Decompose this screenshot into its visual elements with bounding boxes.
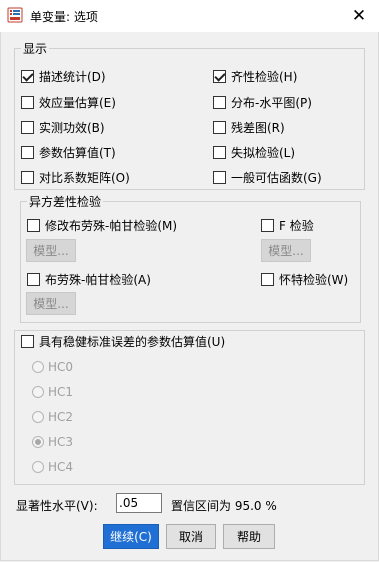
radio-hc0[interactable]: HC0 — [32, 360, 73, 374]
checkbox-unchecked[interactable] — [27, 219, 40, 232]
checkbox-unchecked[interactable] — [21, 146, 34, 159]
radio-hc2[interactable]: HC2 — [32, 410, 73, 424]
significance-label: 显著性水平(V): — [16, 499, 98, 513]
radio-circle[interactable] — [32, 411, 44, 423]
checkbox-label: 布劳殊-帕甘检验(A) — [45, 273, 151, 287]
checkbox-label: 失拟检验(L) — [231, 146, 296, 160]
checkbox-unchecked[interactable] — [21, 335, 34, 348]
radio-label: HC3 — [48, 435, 74, 449]
checkbox-residual-plot[interactable]: 残差图(R) — [213, 119, 285, 136]
significance-input[interactable] — [116, 493, 162, 513]
checkbox-label: 对比系数矩阵(O) — [39, 171, 130, 185]
radio-hc4[interactable]: HC4 — [32, 460, 73, 474]
radio-circle[interactable] — [32, 361, 44, 373]
checkbox-label: 修改布劳殊-帕甘检验(M) — [45, 219, 178, 233]
checkbox-descriptive-stats[interactable]: 描述统计(D) — [21, 68, 106, 85]
radio-hc1[interactable]: HC1 — [32, 385, 73, 399]
checkbox-label: 分布-水平图(P) — [231, 96, 312, 110]
checkbox-white-test[interactable]: 怀特检验(W) — [261, 271, 348, 288]
checkbox-label: 描述统计(D) — [39, 70, 106, 84]
display-group-legend: 显示 — [23, 42, 48, 56]
heteroskedasticity-group-legend: 异方差性检验 — [29, 195, 102, 209]
checkbox-spread-level-plot[interactable]: 分布-水平图(P) — [213, 94, 312, 111]
checkbox-parameter-estimates[interactable]: 参数估算值(T) — [21, 144, 116, 161]
checkbox-label: 具有稳健标准误差的参数估算值(U) — [39, 335, 226, 349]
radio-circle[interactable] — [32, 386, 44, 398]
radio-label: HC2 — [48, 410, 74, 424]
checkbox-unchecked[interactable] — [261, 219, 274, 232]
checkbox-lack-of-fit[interactable]: 失拟检验(L) — [213, 144, 295, 161]
confidence-interval-text: 置信区间为 95.0 % — [171, 499, 277, 513]
radio-label: HC1 — [48, 385, 74, 399]
checkbox-unchecked[interactable] — [213, 121, 226, 134]
model-button-f-test[interactable]: 模型... — [261, 239, 311, 262]
checkbox-label: 残差图(R) — [231, 121, 285, 135]
continue-button[interactable]: 继续(C) — [103, 524, 159, 549]
checkbox-unchecked[interactable] — [27, 273, 40, 286]
checkbox-contrast-matrix[interactable]: 对比系数矩阵(O) — [21, 169, 130, 186]
checkbox-unchecked[interactable] — [213, 171, 226, 184]
checkbox-label: 效应量估算(E) — [39, 96, 116, 110]
radio-label: HC0 — [48, 360, 74, 374]
checkbox-label: 一般可估函数(G) — [231, 171, 322, 185]
checkbox-observed-power[interactable]: 实测功效(B) — [21, 119, 105, 136]
radio-label: HC4 — [48, 460, 74, 474]
checkbox-label: F 检验 — [279, 219, 314, 233]
checkbox-label: 齐性检验(H) — [231, 70, 298, 84]
checkbox-label: 怀特检验(W) — [279, 273, 349, 287]
model-button-modified-bp[interactable]: 模型... — [26, 239, 76, 262]
checkbox-robust-se[interactable]: 具有稳健标准误差的参数估算值(U) — [21, 333, 229, 350]
radio-circle-selected[interactable] — [32, 436, 44, 448]
checkbox-breusch-pagan[interactable]: 布劳殊-帕甘检验(A) — [27, 271, 151, 288]
checkbox-checked[interactable] — [213, 70, 226, 83]
checkbox-f-test[interactable]: F 检验 — [261, 217, 314, 234]
radio-circle[interactable] — [32, 461, 44, 473]
title-bar: 单变量: 选项 ✕ — [0, 0, 379, 32]
checkbox-effect-size[interactable]: 效应量估算(E) — [21, 94, 116, 111]
help-button[interactable]: 帮助 — [223, 524, 275, 549]
checkbox-label: 实测功效(B) — [39, 121, 105, 135]
window-title: 单变量: 选项 — [30, 10, 98, 24]
checkbox-unchecked[interactable] — [21, 121, 34, 134]
checkbox-unchecked[interactable] — [213, 96, 226, 109]
checkbox-label: 参数估算值(T) — [39, 146, 116, 160]
checkbox-checked[interactable] — [21, 70, 34, 83]
checkbox-unchecked[interactable] — [21, 171, 34, 184]
spss-app-icon — [7, 7, 23, 23]
checkbox-unchecked[interactable] — [261, 273, 274, 286]
cancel-button[interactable]: 取消 — [166, 524, 216, 549]
display-group: 显示 — [14, 40, 365, 190]
close-icon[interactable]: ✕ — [339, 0, 379, 32]
checkbox-unchecked[interactable] — [21, 96, 34, 109]
checkbox-unchecked[interactable] — [213, 146, 226, 159]
model-button-bp[interactable]: 模型... — [26, 292, 76, 315]
checkbox-general-estimable-function[interactable]: 一般可估函数(G) — [213, 169, 322, 186]
checkbox-homogeneity-tests[interactable]: 齐性检验(H) — [213, 68, 297, 85]
checkbox-modified-breusch-pagan[interactable]: 修改布劳殊-帕甘检验(M) — [27, 217, 177, 234]
radio-hc3[interactable]: HC3 — [32, 435, 73, 449]
